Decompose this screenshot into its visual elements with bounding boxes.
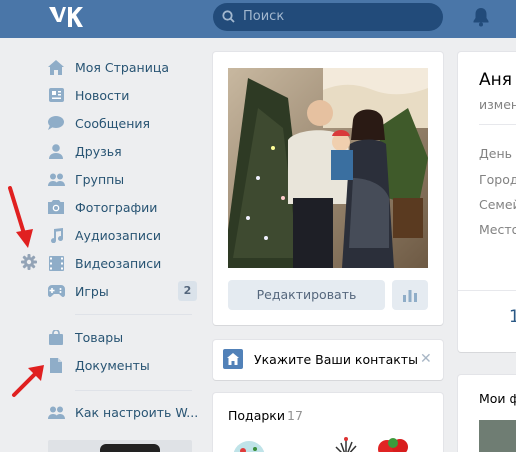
document-icon (46, 357, 66, 373)
sidebar-item-news[interactable]: Новости (46, 84, 129, 106)
stats-icon (403, 290, 417, 302)
search-input[interactable]: Поиск (213, 3, 443, 31)
status-text[interactable]: измен (479, 97, 516, 112)
news-icon (46, 87, 66, 103)
sidebar-item-friends[interactable]: Друзья (46, 140, 122, 162)
sidebar-divider (75, 390, 192, 391)
photo-thumbnail[interactable] (479, 420, 516, 452)
house-icon (223, 349, 243, 369)
sidebar-item-label: Группы (75, 171, 125, 187)
sidebar-item-group-link[interactable]: Как настроить W... (46, 401, 198, 423)
info-label-city: Город: (479, 172, 516, 187)
info-label-place: Место (479, 222, 516, 237)
sidebar-item-label: Товары (75, 329, 124, 345)
profile-divider (479, 124, 516, 125)
gifts-card[interactable]: Подарки 17 (213, 393, 443, 452)
home-icon (46, 59, 66, 75)
red-arrow-annotation (8, 186, 33, 248)
sidebar-item-label: Документы (75, 357, 150, 373)
profile-divider (458, 290, 516, 291)
gift-item-icon[interactable] (373, 435, 413, 452)
contacts-prompt-card[interactable]: Укажите Ваши контакты ✕ (213, 340, 443, 380)
gifts-title: Подарки (228, 408, 285, 423)
stats-button[interactable] (392, 280, 428, 310)
sidebar-item-label: Игры (75, 283, 109, 299)
contacts-prompt-text: Укажите Ваши контакты (254, 352, 418, 367)
sidebar-item-label: Друзья (75, 143, 122, 159)
camera-icon (46, 199, 66, 215)
sidebar-item-label: Видеозаписи (75, 255, 162, 271)
sidebar-ad-thumbnail[interactable] (48, 440, 192, 452)
counter-value[interactable]: 1 (509, 307, 516, 327)
sidebar-item-goods[interactable]: Товары (46, 326, 123, 348)
sidebar-item-photos[interactable]: Фотографии (46, 196, 157, 218)
games-count-badge: 2 (178, 281, 197, 301)
sidebar-item-messages[interactable]: Сообщения (46, 112, 150, 134)
friends-icon (46, 143, 66, 159)
sidebar-item-audio[interactable]: Аудиозаписи (46, 224, 161, 246)
photos-title[interactable]: Мои ф (479, 391, 516, 406)
sidebar-item-documents[interactable]: Документы (46, 354, 150, 376)
sidebar-item-label: Сообщения (75, 115, 151, 131)
gift-item-icon[interactable] (229, 437, 269, 452)
red-arrow-annotation (12, 365, 44, 397)
groups-icon (46, 171, 66, 187)
profile-name: Аня (479, 70, 512, 90)
info-label-birthday: День р (479, 146, 516, 161)
sidebar-item-video[interactable]: Видеозаписи (46, 252, 161, 274)
search-placeholder: Поиск (243, 9, 285, 24)
sidebar-item-label: Аудиозаписи (75, 227, 161, 243)
vk-logo-icon[interactable] (47, 5, 83, 29)
sidebar-item-label: Фотографии (75, 199, 158, 215)
info-label-family: Семей (479, 197, 516, 212)
sidebar-item-groups[interactable]: Группы (46, 168, 124, 190)
settings-gear-icon[interactable] (21, 254, 37, 270)
top-header: Поиск (0, 0, 516, 38)
sidebar-item-label: Моя Страница (75, 59, 169, 75)
edit-profile-button[interactable]: Редактировать (228, 280, 385, 310)
gifts-count: 17 (287, 408, 303, 423)
sidebar-item-label: Как настроить W... (75, 404, 199, 420)
music-icon (46, 227, 66, 243)
gift-item-icon[interactable] (331, 437, 361, 452)
group-help-icon (46, 404, 66, 420)
sidebar-item-my-page[interactable]: Моя Страница (46, 56, 169, 78)
profile-photo[interactable] (228, 68, 428, 268)
sidebar-divider (75, 314, 192, 315)
shopping-bag-icon (46, 329, 66, 345)
close-icon[interactable]: ✕ (420, 351, 432, 367)
gamepad-icon (46, 283, 66, 299)
video-icon (46, 255, 66, 271)
notifications-bell-icon[interactable] (472, 7, 490, 27)
search-icon (222, 10, 235, 23)
sidebar-item-label: Новости (75, 87, 130, 103)
sidebar-item-games[interactable]: Игры (46, 280, 109, 302)
messages-icon (46, 115, 66, 131)
